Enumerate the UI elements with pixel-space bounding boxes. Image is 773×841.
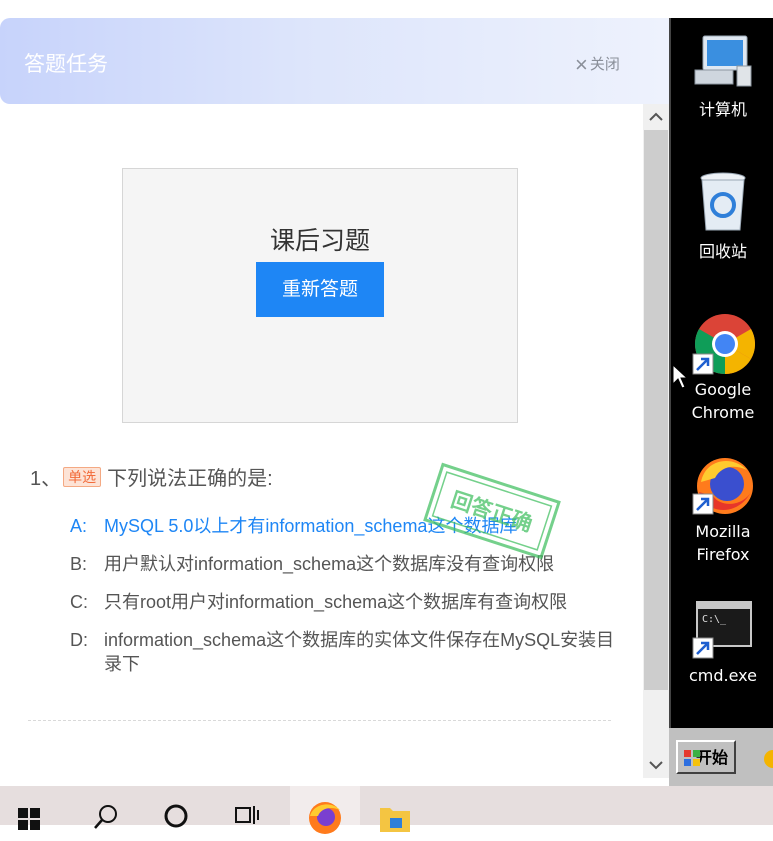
start-menu-button[interactable] (16, 786, 52, 830)
single-choice-tag: 单选 (63, 467, 102, 487)
redo-answer-button[interactable]: 重新答题 (256, 262, 384, 317)
answer-task-dialog: 答题任务 × 关闭 课后习题 重新答题 1、 单选 下列说法正确的是: A: MySQ… (0, 18, 669, 778)
close-icon: × (575, 52, 588, 77)
search-button[interactable] (92, 786, 124, 829)
computer-icon (694, 35, 752, 87)
windows-taskbar (0, 786, 773, 834)
stamp-text: 回答正确 (448, 488, 535, 537)
folder-icon (380, 808, 410, 832)
desktop-label-recycle-bin: 回收站 (698, 242, 747, 261)
firefox-icon (692, 458, 753, 515)
option-letter: C: (70, 592, 88, 612)
desktop-item-cmd[interactable]: C:\_ cmd.exe (671, 600, 773, 685)
cortana-icon (164, 804, 188, 828)
recycle-bin-icon (700, 172, 746, 231)
content-scrollbar[interactable] (643, 104, 669, 778)
taskbar-app-icon[interactable] (763, 742, 773, 776)
close-label: 关闭 (589, 56, 620, 73)
desktop-label-chrome-2: Chrome (691, 403, 755, 422)
windows-flag-icon (684, 750, 700, 766)
chrome-icon (692, 314, 756, 375)
dialog-header: 答题任务 × 关闭 (0, 18, 669, 104)
exercise-title: 课后习题 (269, 227, 370, 255)
desktop-label-computer: 计算机 (698, 100, 747, 119)
question-1: 1、 单选 下列说法正确的是: (30, 462, 273, 491)
chevron-up-icon (649, 112, 663, 121)
desktop-item-computer[interactable]: 计算机 (671, 32, 773, 119)
option-d[interactable]: D: information_schema这个数据库的实体文件保存在MySQL安… (70, 628, 615, 676)
task-view-icon (235, 806, 259, 824)
desktop-label-firefox-2: Firefox (696, 545, 750, 564)
exercise-card: 课后习题 重新答题 (122, 168, 518, 423)
option-text: 只有root用户对information_schema这个数据库有查询权限 (104, 592, 568, 612)
start-button[interactable]: 开始 (676, 740, 736, 774)
dialog-title: 答题任务 (24, 53, 108, 76)
scroll-up-button[interactable] (643, 104, 669, 130)
question-divider (28, 720, 611, 721)
scroll-thumb[interactable] (644, 130, 668, 690)
option-c[interactable]: C: 只有root用户对information_schema这个数据库有查询权限 (70, 590, 615, 614)
option-text: information_schema这个数据库的实体文件保存在MySQL安装目录… (104, 630, 615, 674)
cortana-button[interactable] (162, 786, 194, 828)
desktop: 计算机 回收站 Google Chrome Mozilla Firefox C:… (669, 18, 773, 786)
task-view-button[interactable] (232, 786, 266, 825)
svg-text:C:\_: C:\_ (702, 614, 727, 625)
question-text: 下列说法正确的是: (107, 468, 273, 490)
option-letter: A: (70, 516, 88, 536)
dialog-content: 课后习题 重新答题 1、 单选 下列说法正确的是: A: MySQL 5.0以上才有… (0, 104, 643, 778)
desktop-item-recycle-bin[interactable]: 回收站 (671, 170, 773, 261)
chevron-down-icon (649, 761, 663, 770)
taskbar-firefox[interactable] (290, 786, 360, 834)
mouse-cursor-icon (672, 364, 688, 389)
option-letter: D: (70, 630, 88, 650)
desktop-label-firefox-1: Mozilla (695, 522, 751, 541)
desktop-label-cmd: cmd.exe (688, 666, 757, 685)
firefox-icon (309, 802, 341, 834)
search-icon (94, 805, 117, 829)
windows-logo-icon (18, 808, 40, 830)
scroll-down-button[interactable] (643, 752, 669, 778)
correct-answer-stamp: 回答正确 (423, 462, 561, 560)
option-letter: B: (70, 554, 88, 574)
cmd-icon: C:\_ (692, 601, 752, 659)
question-number: 1、 (30, 468, 62, 490)
desktop-item-firefox[interactable]: Mozilla Firefox (671, 452, 773, 564)
classic-start-area: 开始 (669, 728, 773, 786)
close-button[interactable]: × 关闭 (575, 52, 620, 78)
taskbar-file-explorer[interactable] (378, 786, 418, 832)
